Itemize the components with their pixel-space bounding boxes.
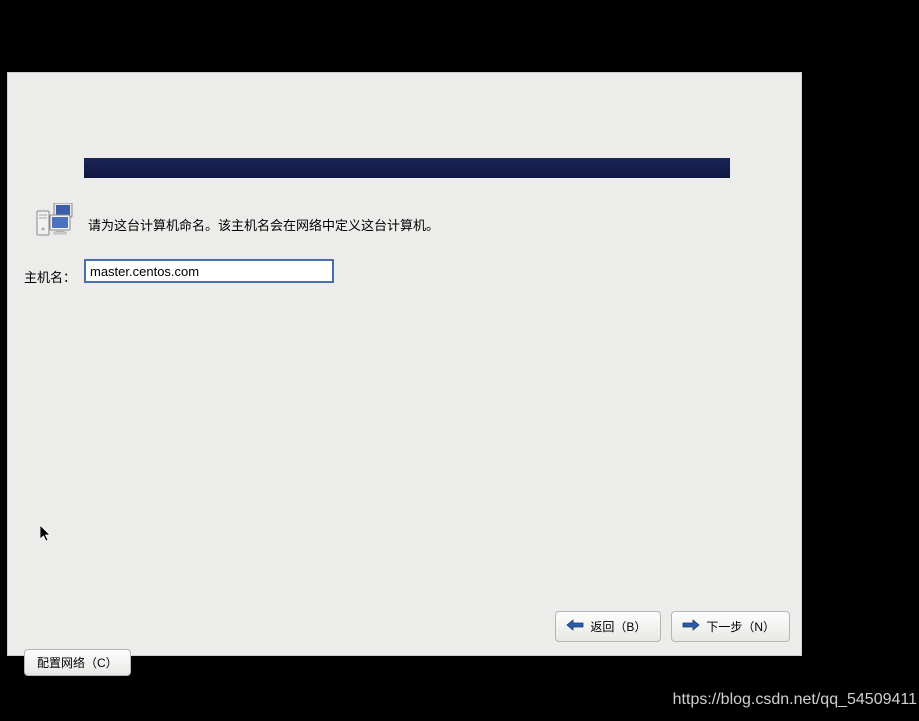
installer-panel: 请为这台计算机命名。该主机名会在网络中定义这台计算机。 主机名： 配置网络（C）… [7,72,802,656]
hostname-label: 主机名： [24,267,76,286]
next-button[interactable]: 下一步（N） [671,611,790,642]
nav-buttons-container: 返回（B） 下一步（N） [555,611,790,642]
arrow-right-icon [682,619,700,634]
next-button-label: 下一步（N） [706,618,775,635]
arrow-left-icon [566,619,584,634]
watermark-text: https://blog.csdn.net/qq_54509411 [673,691,917,709]
mouse-cursor-icon [40,525,52,546]
configure-network-label: 配置网络（C） [37,656,118,670]
back-button[interactable]: 返回（B） [555,611,661,642]
header-banner [84,158,730,178]
computer-network-icon [34,203,78,237]
hostname-input[interactable] [84,259,334,283]
instruction-text: 请为这台计算机命名。该主机名会在网络中定义这台计算机。 [88,215,439,234]
back-button-label: 返回（B） [590,618,646,635]
configure-network-button[interactable]: 配置网络（C） [24,649,131,676]
